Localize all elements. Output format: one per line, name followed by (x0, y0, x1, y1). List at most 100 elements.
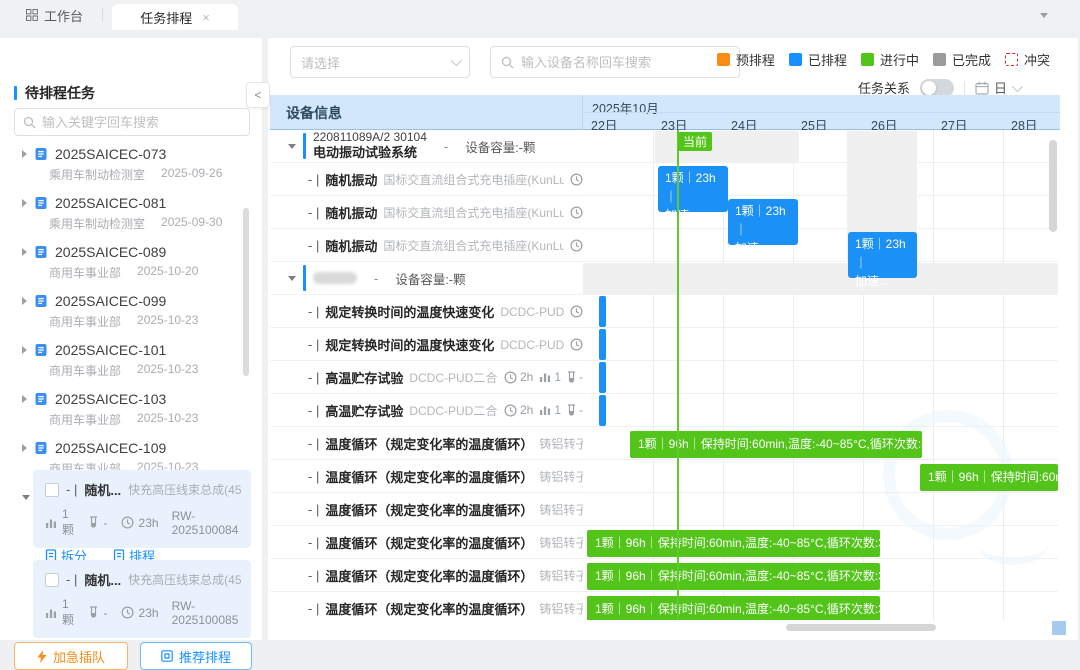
caret-down-icon[interactable] (288, 276, 296, 281)
tab-task-scheduling[interactable]: 任务排程 × (112, 4, 238, 30)
device-filter-select[interactable]: 请选择 (290, 46, 470, 78)
schedule-task-bar[interactable]: 1颗｜96h｜保持时间:60min,温度:-40~85°C,循环次数:300次 (587, 596, 880, 620)
pending-task-card[interactable]: - |随机...快充高压线束总成(45...1颗-23hRW-202510008… (33, 470, 251, 548)
device-group-row[interactable]: 220811089A/2 30104电动振动试验系统-设备容量:-颗 (270, 130, 583, 163)
legend-label: 预排程 (736, 50, 775, 69)
test-task-row[interactable]: - |随机振动国标交直流组合式充电插座(KunLun 30) (270, 229, 583, 262)
task-group-id: 2025SAICEC-081 (55, 195, 166, 211)
test-task-row[interactable]: - |温度循环（规定变化率的温度循环）铸铝转子异 (270, 493, 583, 526)
task-group-header: 2025SAICEC-101 (22, 340, 262, 360)
chart-icon (45, 607, 57, 619)
schedule-task-bar[interactable] (599, 296, 606, 327)
task-meta (570, 305, 583, 318)
sidebar-title: 待排程任务 (14, 83, 95, 103)
device-name: 电动振动试验系统 (313, 145, 427, 161)
task-group-item[interactable]: 2025SAICEC-089商用车事业部2025-10-20 (0, 236, 262, 285)
task-name: 温度循环（规定变化率的温度循环） (325, 467, 533, 486)
test-task-row[interactable]: - |温度循环（规定变化率的温度循环）铸铝转子异 (270, 427, 583, 460)
bar-label: 1颗｜96h｜保持时间:60min,温度:-40~85°C,循环次数:300次 (595, 536, 880, 550)
pending-task-list: 2025SAICEC-073乘用车制动检测室2025-09-262025SAIC… (0, 138, 262, 638)
lightning-icon (37, 650, 47, 663)
schedule-task-bar[interactable]: 1颗｜96h｜保持时间:60min,温度:-40~85°C,循环次数:300次 (587, 530, 880, 557)
tab-workbench-label: 工作台 (44, 6, 83, 25)
task-group-id: 2025SAICEC-089 (55, 244, 166, 260)
test-task-row[interactable]: - |高温贮存试验DCDC-PUD二合一2h1- (270, 394, 583, 427)
test-task-row[interactable]: - |温度循环（规定变化率的温度循环）铸铝转子异 (270, 526, 583, 559)
test-task-row[interactable]: - |温度循环（规定变化率的温度循环）铸铝转子异 (270, 559, 583, 592)
schedule-task-bar[interactable]: 1颗｜23h｜加速... (658, 166, 728, 212)
caret-right-icon[interactable] (22, 444, 27, 452)
recommend-schedule-button[interactable]: 推荐排程 (140, 642, 252, 670)
task-sample-desc: 国标交直流组合式充电插座(KunLun 30) (383, 204, 564, 221)
bar-label-line: 加速... (735, 239, 791, 258)
grid-icon (26, 9, 38, 21)
split-action-link[interactable]: 拆分 (45, 636, 87, 638)
schedule-task-bar[interactable]: 1颗｜23h｜加速... (728, 199, 798, 245)
task-group-item[interactable]: 2025SAICEC-099商用车事业部2025-10-23 (0, 285, 262, 334)
task-group-item[interactable]: 2025SAICEC-101商用车事业部2025-10-23 (0, 334, 262, 383)
task-checkbox[interactable] (45, 573, 59, 587)
task-group-item[interactable]: 2025SAICEC-081乘用车制动检测室2025-09-30 (0, 187, 262, 236)
vertical-scrollbar[interactable] (1049, 140, 1057, 232)
caret-down-icon[interactable] (288, 144, 296, 149)
task-group-id: 2025SAICEC-101 (55, 342, 166, 358)
schedule-task-bar[interactable]: 1颗｜23h｜加速... (848, 232, 917, 278)
clock-icon (570, 206, 583, 219)
legend-item: 已排程 (789, 50, 847, 69)
device-group-row[interactable]: -设备容量:-颗 (270, 262, 583, 295)
task-checkbox[interactable] (45, 483, 59, 497)
tab-overflow-chevron-icon[interactable] (1040, 13, 1048, 18)
test-task-row[interactable]: - |规定转换时间的温度快速变化DCDC-PUD二合一 (270, 295, 583, 328)
caret-down-icon[interactable] (22, 495, 30, 500)
pending-task-card[interactable]: - |随机...快充高压线束总成(45...1颗-23hRW-202510008… (33, 560, 251, 638)
urgent-insert-button[interactable]: 加急插队 (14, 642, 128, 670)
caret-right-icon[interactable] (22, 248, 27, 256)
status-legend: 预排程已排程进行中已完成冲突 (717, 50, 1050, 69)
test-task-row[interactable]: - |温度循环（规定变化率的温度循环）铸铝转子异 (270, 592, 583, 620)
schedule-task-bar[interactable]: 1颗｜96h｜保持时间:60min,温度:-40~85°C,循环次数:300次 (587, 563, 880, 590)
grid-row-line (583, 294, 1058, 295)
legend-item: 预排程 (717, 50, 775, 69)
calendar-icon (975, 81, 989, 95)
device-search-input[interactable] (521, 55, 729, 70)
grid-row-line (583, 228, 1058, 229)
test-task-row[interactable]: - |随机振动国标交直流组合式充电插座(KunLun 30) (270, 163, 583, 196)
sidebar-collapse-button[interactable]: < (246, 82, 270, 108)
test-task-row[interactable]: - |高温贮存试验DCDC-PUD二合一2h1- (270, 361, 583, 394)
action-label: 排程 (129, 636, 155, 638)
task-group-item[interactable]: 2025SAICEC-073乘用车制动检测室2025-09-26 (0, 138, 262, 187)
task-meta: - (567, 370, 583, 384)
caret-right-icon[interactable] (22, 395, 27, 403)
test-task-row[interactable]: - |随机振动国标交直流组合式充电插座(KunLun 30) (270, 196, 583, 229)
close-icon[interactable]: × (202, 10, 210, 25)
sidebar-title-label: 待排程任务 (25, 83, 95, 103)
task-relation-toggle[interactable] (920, 79, 954, 97)
caret-right-icon[interactable] (22, 297, 27, 305)
group-accent-bar (303, 133, 306, 159)
caret-right-icon[interactable] (22, 199, 27, 207)
schedule-task-bar[interactable] (599, 395, 606, 426)
task-prefix: - | (308, 502, 319, 517)
schedule-task-bar[interactable]: 1颗｜96h｜保持时间:60min,温度:-40~85°C,循环次数:300次 (920, 464, 1058, 491)
test-task-row[interactable]: - |规定转换时间的温度快速变化DCDC-PUD二合一 (270, 328, 583, 361)
schedule-task-bar[interactable] (599, 362, 606, 393)
device-info-column-header: 设备信息 (286, 95, 583, 130)
task-group-header: 2025SAICEC-073 (22, 144, 262, 164)
test-task-row[interactable]: - |温度循环（规定变化率的温度循环）铸铝转子异 (270, 460, 583, 493)
task-meta (570, 239, 583, 252)
sidebar-search-input[interactable] (42, 115, 241, 130)
task-prefix: - | (308, 172, 319, 187)
schedule-task-bar[interactable] (599, 329, 606, 360)
schedule-task-bar[interactable]: 1颗｜96h｜保持时间:60min,温度:-40~85°C,循环次数:300次 (630, 431, 922, 458)
bar-label-line: 加速... (855, 272, 910, 291)
tab-workbench[interactable]: 工作台 (26, 0, 83, 30)
tube-icon (89, 606, 98, 619)
sidebar-scrollbar[interactable] (243, 208, 249, 376)
caret-right-icon[interactable] (22, 346, 27, 354)
horizontal-scrollbar[interactable] (786, 624, 936, 631)
schedule-action-link[interactable]: 排程 (113, 636, 155, 638)
bar-label: 1颗｜96h｜保持时间:60min,温度:-40~85°C,循环次数:300次 (595, 602, 880, 616)
caret-right-icon[interactable] (22, 150, 27, 158)
task-group-item[interactable]: 2025SAICEC-103商用车事业部2025-10-23 (0, 383, 262, 432)
task-group-id: 2025SAICEC-073 (55, 146, 166, 162)
